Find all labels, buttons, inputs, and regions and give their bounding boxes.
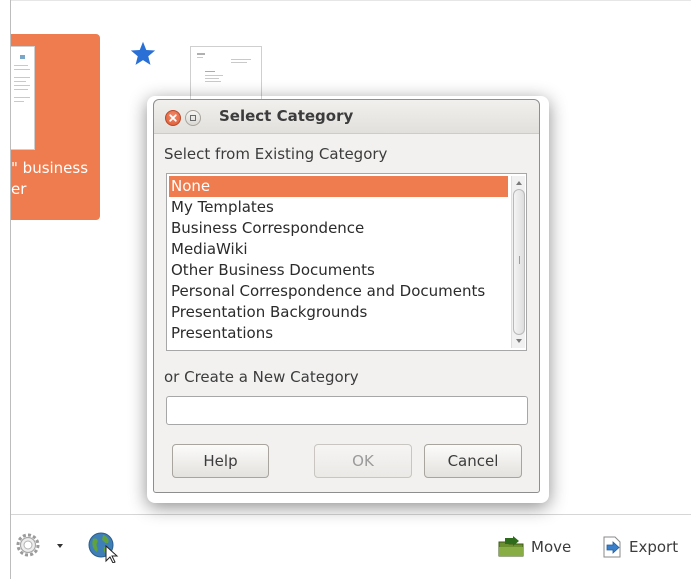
template-tile-selected[interactable]: " business er [11, 34, 100, 220]
category-list-item[interactable]: Presentations [169, 323, 508, 344]
settings-dropdown[interactable] [55, 541, 65, 551]
chevron-down-icon [57, 544, 63, 548]
scroll-up-icon[interactable] [513, 178, 525, 188]
template-label-line1: " business [11, 159, 89, 177]
online-templates-button[interactable] [87, 531, 121, 563]
list-scrollbar[interactable] [511, 176, 525, 348]
category-list-item[interactable]: My Templates [169, 197, 508, 218]
help-button[interactable]: Help [172, 444, 269, 478]
category-list-item[interactable]: Business Correspondence [169, 218, 508, 239]
cancel-button[interactable]: Cancel [424, 444, 522, 478]
close-icon [169, 114, 177, 122]
template-label-line2: er [11, 180, 27, 198]
gear-icon [16, 533, 40, 557]
category-list-item[interactable]: Presentation Backgrounds [169, 302, 508, 323]
new-category-input[interactable] [166, 396, 528, 425]
select-category-dialog: Select Category Select from Existing Cat… [153, 99, 540, 493]
window-top-border [11, 0, 691, 1]
category-listbox[interactable]: None My Templates Business Correspondenc… [166, 173, 527, 351]
move-icon [498, 536, 524, 557]
maximize-button[interactable] [185, 110, 201, 126]
category-list-item[interactable]: Other Business Documents [169, 260, 508, 281]
move-button[interactable]: Move [497, 533, 571, 561]
category-list-item[interactable]: MediaWiki [169, 239, 508, 260]
move-label: Move [531, 538, 572, 556]
maximize-icon [190, 115, 196, 121]
new-category-label: or Create a New Category [164, 368, 359, 386]
ok-button[interactable]: OK [314, 444, 412, 478]
export-label: Export [629, 538, 679, 556]
close-button[interactable] [165, 110, 181, 126]
template-manager-toolbar: Move Export [11, 514, 691, 579]
export-icon [603, 536, 621, 558]
settings-button[interactable] [15, 529, 41, 561]
globe-icon [88, 532, 119, 563]
scroll-down-icon[interactable] [513, 336, 525, 346]
existing-category-label: Select from Existing Category [164, 145, 388, 163]
star-icon[interactable] [129, 40, 157, 68]
category-list-item[interactable]: None [169, 176, 508, 197]
template-tile-label: " business er [11, 158, 99, 200]
category-list-item[interactable]: Personal Correspondence and Documents [169, 281, 508, 302]
dialog-titlebar[interactable]: Select Category [154, 100, 539, 134]
window-left-edge [0, 0, 11, 579]
scrollbar-thumb[interactable] [513, 189, 525, 335]
export-button[interactable]: Export [601, 533, 678, 561]
template-thumbnail [11, 46, 35, 150]
dialog-title: Select Category [219, 107, 354, 125]
